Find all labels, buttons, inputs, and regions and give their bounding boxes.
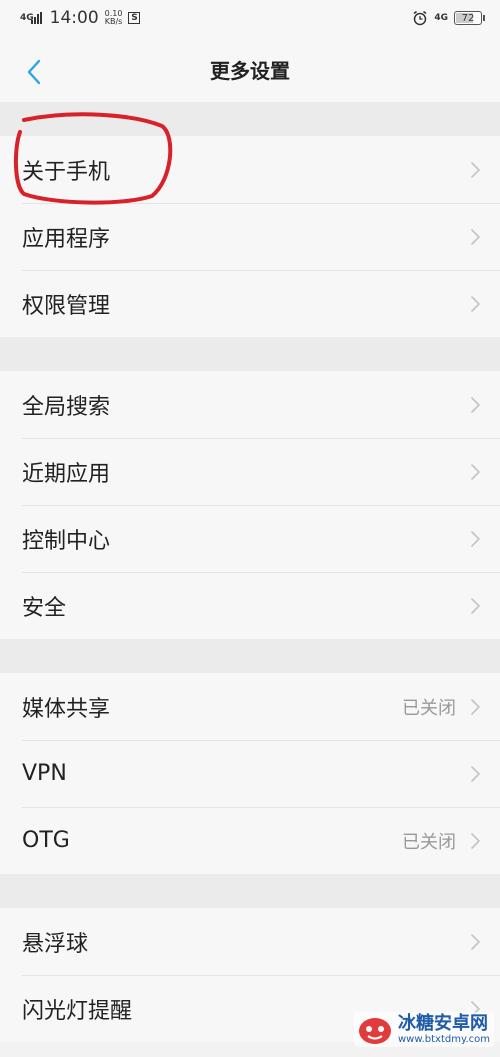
settings-group: 媒体共享 已关闭 VPN OTG 已关闭 [0, 673, 500, 874]
chevron-right-icon [470, 295, 500, 313]
chevron-right-icon [470, 765, 500, 783]
chevron-right-icon [470, 463, 500, 481]
network-speed: 0.10 KB/s [104, 9, 123, 26]
clock: 14:00 [49, 8, 99, 28]
settings-item[interactable]: 控制中心 [0, 505, 500, 572]
group-separator [0, 102, 500, 136]
settings-item[interactable]: 悬浮球 [0, 908, 500, 975]
chevron-right-icon [470, 597, 500, 615]
settings-item-label: 悬浮球 [22, 931, 89, 957]
settings-item[interactable]: 近期应用 [0, 438, 500, 505]
battery-icon: 72 [454, 11, 485, 25]
settings-item-label: 权限管理 [22, 293, 111, 319]
page-title: 更多设置 [210, 58, 290, 83]
settings-item[interactable]: 应用程序 [0, 203, 500, 270]
settings-group: 关于手机应用程序权限管理 [0, 136, 500, 337]
settings-list: 关于手机 应用程序 权限管理 全局搜索 近期应用 控制中心 安全 媒体共享 已关闭 VPN OTG 已… [0, 102, 500, 1042]
settings-item-label: 控制中心 [22, 528, 111, 554]
chevron-right-icon [470, 698, 500, 716]
watermark-name: 冰糖安卓网 [397, 1013, 488, 1034]
settings-item[interactable]: 全局搜索 [0, 371, 500, 438]
settings-item-label: OTG [22, 828, 70, 853]
settings-item-label: 安全 [22, 595, 67, 621]
watermark-logo-icon [358, 1017, 391, 1044]
settings-item[interactable]: VPN [0, 740, 500, 807]
status-left: 4G 14:00 0.10 KB/s S [20, 8, 141, 28]
signal-icon [30, 12, 42, 24]
status-bar: 4G 14:00 0.10 KB/s S 4G 72 [0, 0, 500, 36]
settings-group: 全局搜索近期应用控制中心安全 [0, 371, 500, 639]
watermark: 冰糖安卓网 www.btxtdmy.com [353, 1012, 494, 1047]
settings-item-label: 应用程序 [22, 226, 111, 252]
settings-item[interactable]: OTG 已关闭 [0, 807, 500, 874]
group-separator [0, 874, 500, 908]
settings-item-label: 关于手机 [22, 159, 111, 185]
s-notification-icon: S [128, 12, 141, 24]
settings-item-label: 全局搜索 [22, 394, 111, 420]
settings-item-value: 已关闭 [402, 697, 456, 719]
chevron-right-icon [470, 832, 500, 850]
settings-item-value: 已关闭 [402, 831, 456, 853]
chevron-left-icon [27, 59, 41, 85]
alarm-icon [413, 10, 427, 26]
settings-item[interactable]: 媒体共享 已关闭 [0, 673, 500, 740]
settings-item[interactable]: 权限管理 [0, 270, 500, 337]
group-separator [0, 639, 500, 673]
chevron-right-icon [470, 228, 500, 246]
settings-item-label: VPN [22, 761, 67, 786]
chevron-right-icon [470, 933, 500, 951]
chevron-right-icon [470, 396, 500, 414]
chevron-right-icon [470, 530, 500, 548]
settings-item[interactable]: 安全 [0, 572, 500, 639]
settings-item-label: 近期应用 [22, 461, 111, 487]
settings-item[interactable]: 关于手机 [0, 136, 500, 203]
back-button[interactable] [16, 54, 52, 90]
battery-level: 72 [461, 12, 475, 24]
watermark-url: www.btxtdmy.com [397, 1034, 490, 1045]
group-separator [0, 337, 500, 371]
settings-item-label: 媒体共享 [22, 696, 111, 722]
network-type-right: 4G [434, 12, 448, 23]
status-right: 4G 72 [412, 10, 485, 26]
chevron-right-icon [470, 161, 500, 179]
header: 更多设置 [0, 36, 500, 102]
